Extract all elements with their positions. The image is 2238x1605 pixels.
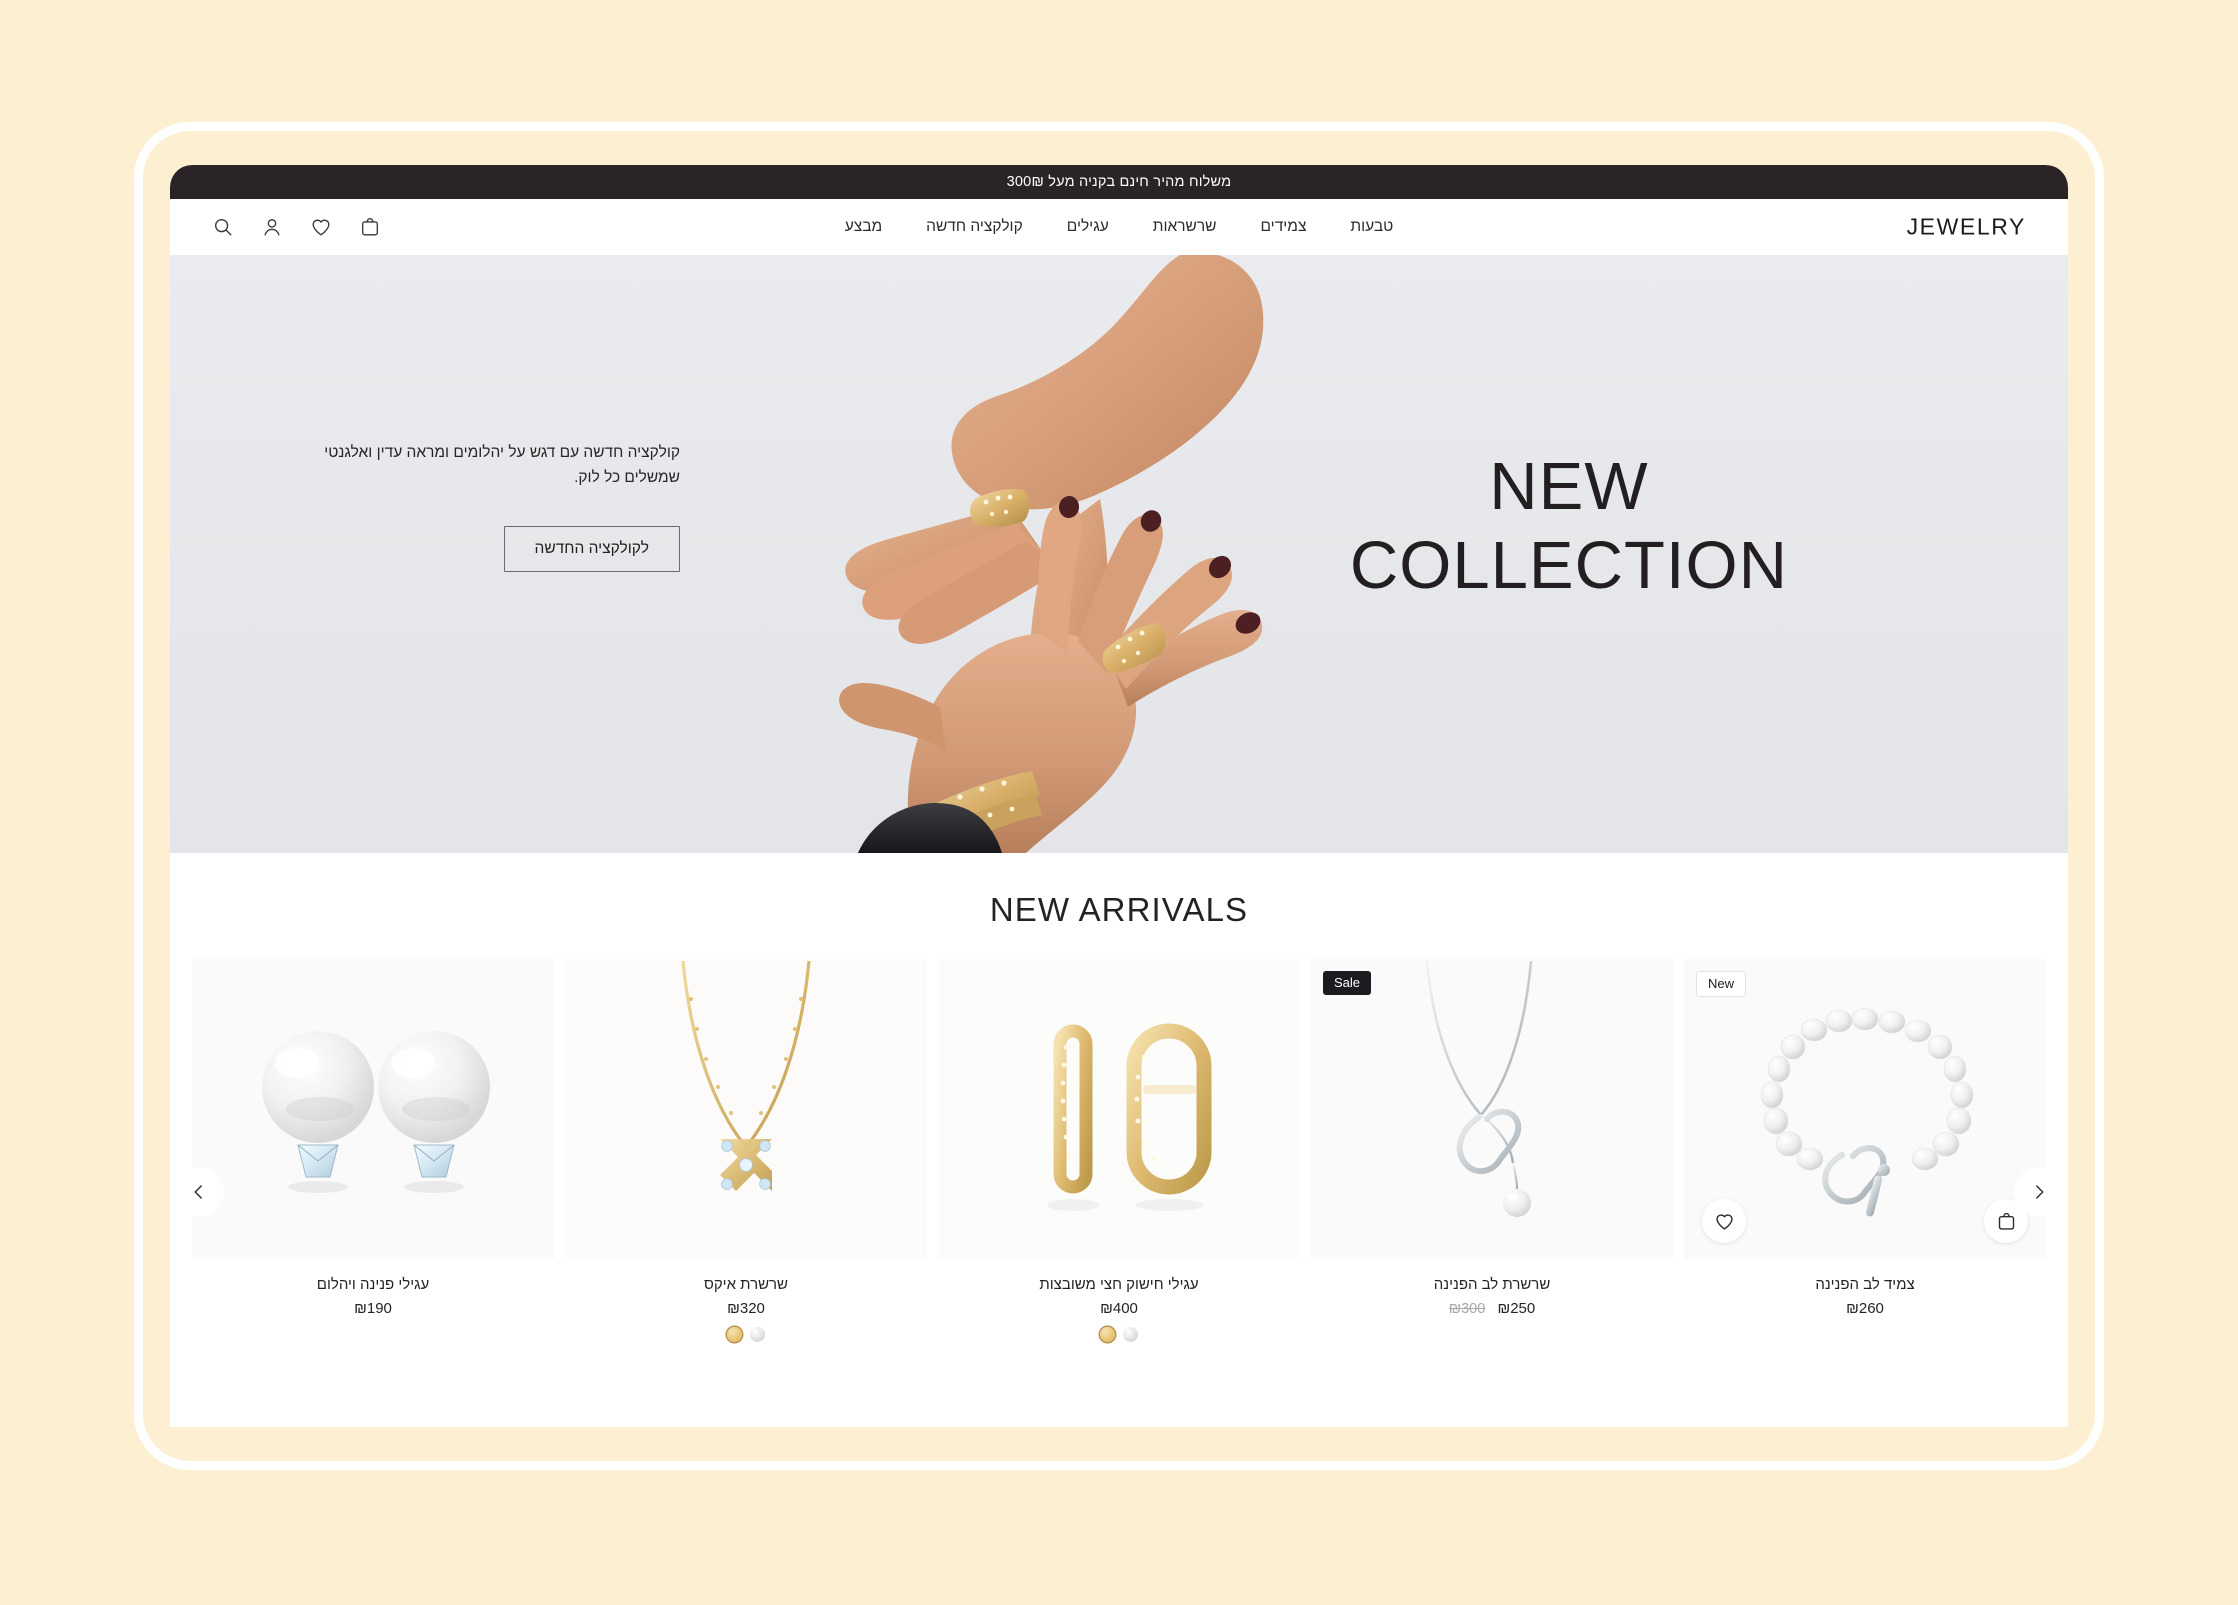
site-header: JEWELRY טבעות צמידים שרשראות עגילים קולק… (170, 199, 2068, 255)
wrist-bracelets (912, 771, 1042, 853)
product-price: ₪190 (192, 1300, 554, 1317)
product-name: שרשרת איקס (703, 1276, 788, 1293)
cart-icon (1998, 1212, 2014, 1230)
pearl-diamond-earrings-photo (192, 959, 554, 1259)
carousel-prev-button[interactable] (174, 1167, 224, 1217)
page-root: משלוח מהיר חינם בקניה מעל 300₪ JEWELRY ט… (0, 0, 2238, 1605)
hero-description: קולקציה חדשה עם דגש על יהלומים ומראה עדי… (324, 444, 680, 487)
x-pendant-necklace-photo (565, 959, 927, 1259)
nav-item-earrings[interactable]: עגילים (1067, 218, 1109, 236)
heart-icon[interactable] (310, 216, 332, 238)
main-nav: טבעות צמידים שרשראות עגילים קולקציה חדשה… (845, 218, 1394, 236)
nav-item-bracelets[interactable]: צמידים (1260, 218, 1306, 236)
product-price-current: ₪190 (354, 1300, 392, 1317)
product-image[interactable] (565, 959, 927, 1259)
product-name: עגילי פנינה ויהלום (316, 1276, 430, 1293)
swatch-silver[interactable] (750, 1327, 765, 1342)
product-image[interactable] (938, 959, 1300, 1259)
status-badge-sale: Sale (1323, 971, 1372, 995)
product-price-old: ₪300 (1448, 1301, 1486, 1317)
product-card[interactable]: עגילי פנינה ויהלום ₪190 (192, 959, 554, 1342)
upper-hand (845, 255, 1264, 718)
product-card[interactable]: עגילי חישוק חצי משובצות ₪400 (938, 959, 1300, 1342)
product-price: ₪320 (565, 1300, 927, 1317)
wishlist-button[interactable] (1702, 1199, 1746, 1243)
brand-logo[interactable]: JEWELRY (1907, 214, 2026, 241)
product-carousel: עגילי פנינה ויהלום ₪190 שרשרת איקס ₪320 … (170, 959, 2068, 1342)
nav-item-new-collection[interactable]: קולקציה חדשה (926, 218, 1023, 236)
nav-item-necklaces[interactable]: שרשראות (1153, 218, 1217, 236)
product-price-current: ₪260 (1846, 1300, 1884, 1317)
swatch-gold[interactable] (727, 1327, 742, 1342)
product-image[interactable]: Sale (1311, 959, 1673, 1259)
product-info: שרשרת איקס ₪320 (565, 1259, 927, 1342)
new-arrivals-title: NEW ARRIVALS (989, 891, 1249, 928)
lower-hand-ring (1102, 623, 1166, 673)
product-card[interactable]: שרשרת איקס ₪320 (565, 959, 927, 1342)
product-price: ₪400 (938, 1300, 1300, 1317)
product-info: שרשרת לב הפנינה ₪250 ₪300 (1311, 1259, 1673, 1317)
product-swatches (938, 1327, 1300, 1342)
product-card[interactable]: New צמיד לב הפנינה ₪260 (1684, 959, 2046, 1342)
search-icon[interactable] (212, 216, 234, 238)
product-name: עגילי חישוק חצי משובצות (1039, 1276, 1199, 1293)
heart-icon (1715, 1213, 1733, 1230)
product-price-current: ₪250 (1497, 1300, 1536, 1317)
product-info: עגילי פנינה ויהלום ₪190 (192, 1259, 554, 1317)
announcement-text: משלוח מהיר חינם בקניה מעל 300₪ (1006, 174, 1232, 190)
product-image[interactable] (192, 959, 554, 1259)
hero-cta-button[interactable]: לקולקציה החדשה (503, 526, 680, 573)
product-card[interactable]: Sale שרשרת לב הפנינה ₪250 ₪300 (1311, 959, 1673, 1342)
product-price: ₪250 ₪300 (1311, 1300, 1673, 1317)
user-icon[interactable] (261, 216, 283, 238)
product-info: עגילי חישוק חצי משובצות ₪400 (938, 1259, 1300, 1342)
nav-item-sale[interactable]: מבצע (845, 218, 882, 236)
nav-item-rings[interactable]: טבעות (1350, 218, 1393, 236)
upper-hand-ring (970, 488, 1030, 527)
pearl-heart-necklace-photo (1311, 959, 1673, 1259)
product-list: עגילי פנינה ויהלום ₪190 שרשרת איקס ₪320 … (192, 959, 2046, 1342)
product-info: צמיד לב הפנינה ₪260 (1684, 1259, 2046, 1317)
product-name: שרשרת לב הפנינה (1433, 1276, 1551, 1293)
product-image[interactable]: New (1684, 959, 2046, 1259)
announcement-bar: משלוח מהיר חינם בקניה מעל 300₪ (170, 165, 2068, 199)
browser-window: משלוח מהיר חינם בקניה מעל 300₪ JEWELRY ט… (170, 165, 2068, 1427)
cart-icon[interactable] (359, 216, 381, 238)
product-price-current: ₪400 (1100, 1300, 1138, 1317)
hero-copy: קולקציה חדשה עם דגש על יהלומים ומראה עדי… (300, 440, 680, 573)
product-name: צמיד לב הפנינה (1815, 1276, 1915, 1293)
chevron-left-icon (194, 1185, 202, 1199)
chevron-right-icon (2036, 1185, 2044, 1199)
product-price-current: ₪320 (727, 1300, 765, 1317)
product-swatches (565, 1327, 927, 1342)
carousel-next-button[interactable] (2014, 1167, 2064, 1217)
hero-section: NEW COLLECTION קולקציה חדשה עם דגש על יה… (170, 255, 2068, 853)
lower-hand (839, 496, 1263, 853)
product-price: ₪260 (1684, 1300, 2046, 1317)
hero-title: NEW COLLECTION (1349, 449, 1788, 604)
swatch-silver[interactable] (1123, 1327, 1138, 1342)
new-arrivals-section: NEW ARRIVALS עגילי פנינה ויהלום ₪190 שרש… (170, 853, 2068, 1427)
swatch-gold[interactable] (1100, 1327, 1115, 1342)
header-icon-group (212, 216, 381, 238)
half-pave-hoop-earrings-photo (938, 959, 1300, 1259)
status-badge-new: New (1696, 971, 1747, 997)
